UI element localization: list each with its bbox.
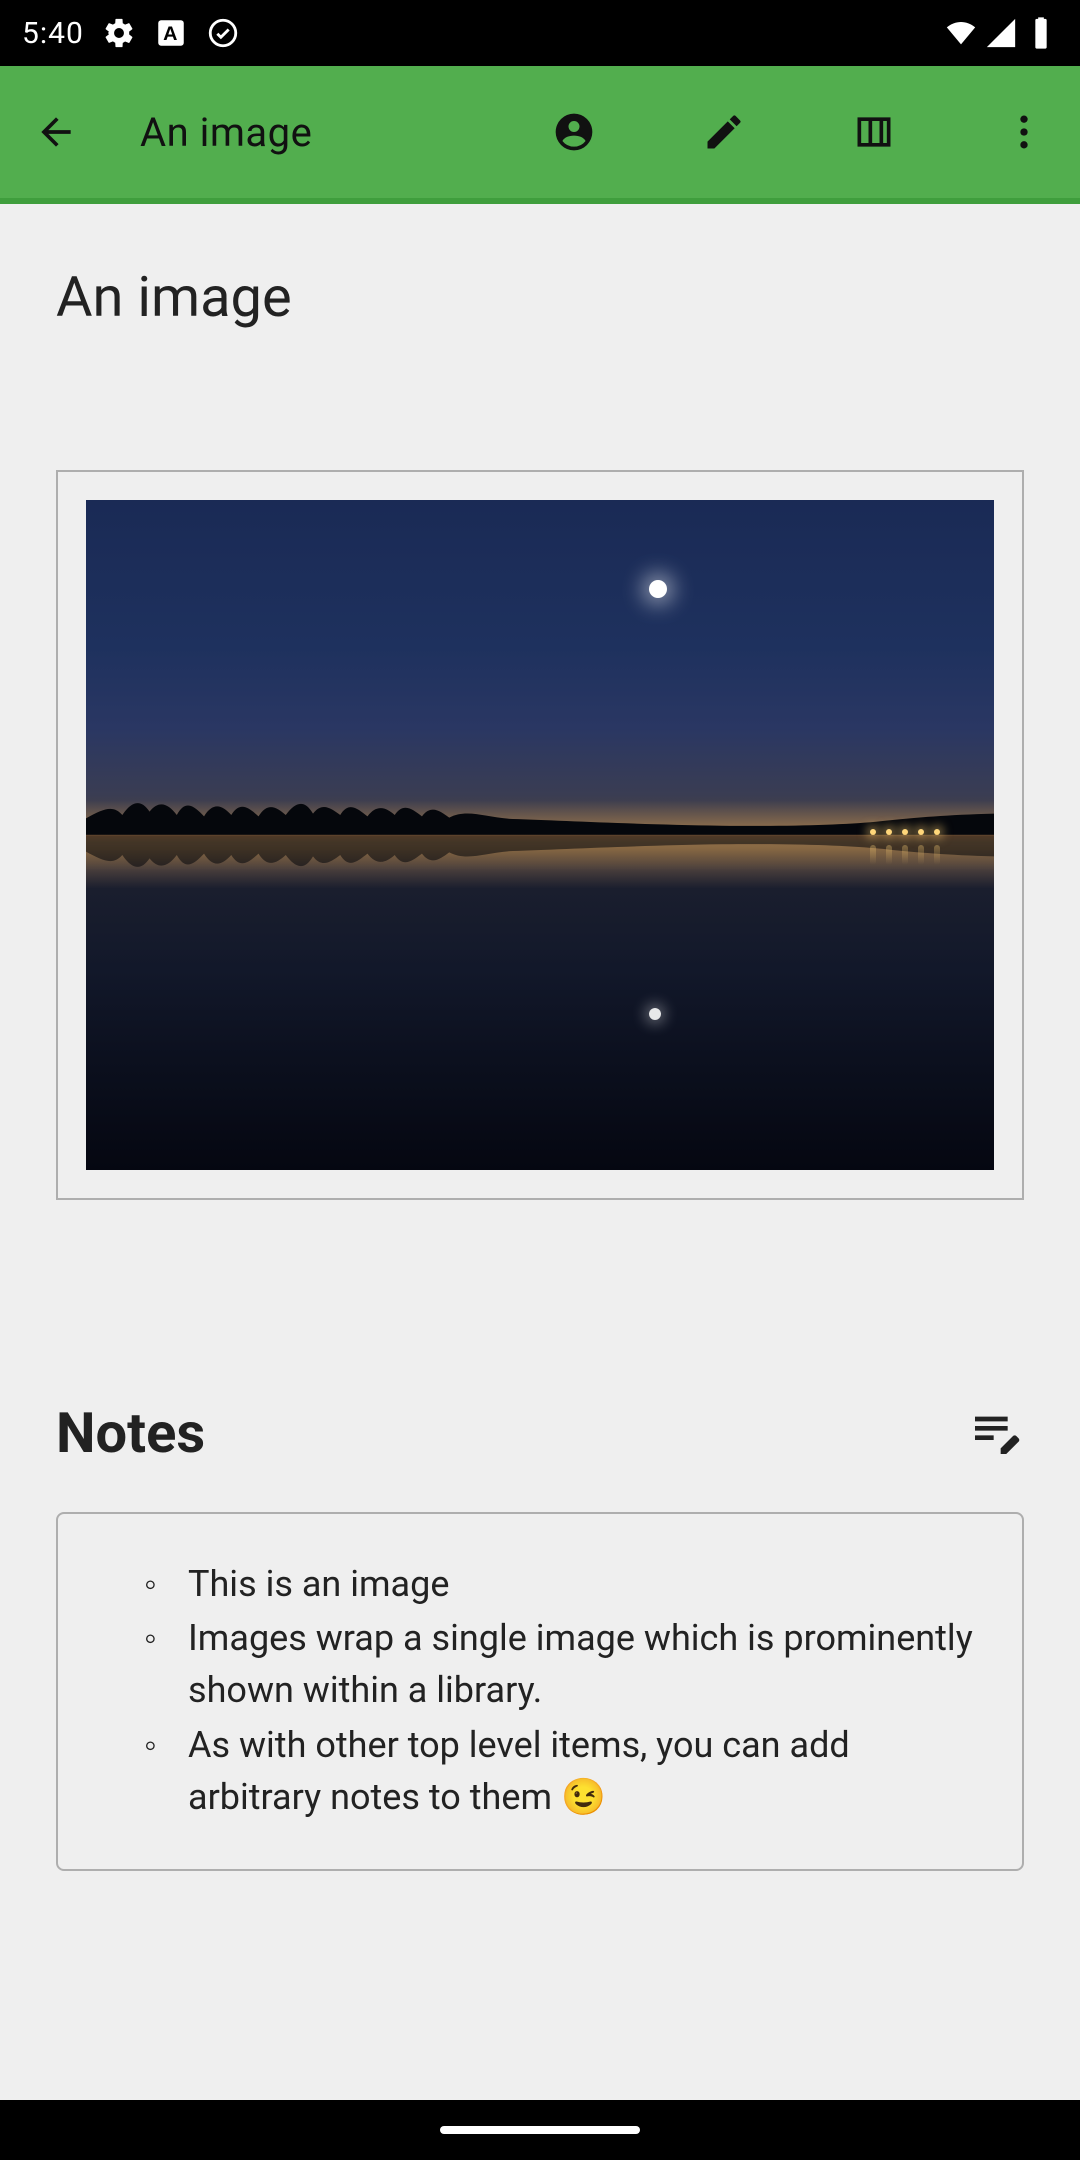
- back-button[interactable]: [20, 96, 92, 168]
- note-item: This is an image: [188, 1558, 986, 1610]
- edit-notes-button[interactable]: [968, 1405, 1024, 1461]
- image-preview: [86, 500, 994, 1170]
- status-time: 5:40: [22, 16, 84, 51]
- notes-header: Notes: [0, 1200, 1080, 1466]
- appbar-title: An image: [140, 109, 528, 156]
- app-bar: An image: [0, 66, 1080, 204]
- status-right: [944, 16, 1058, 50]
- content-area[interactable]: An image Notes: [0, 204, 1080, 2100]
- cell-signal-icon: [984, 16, 1018, 50]
- notes-list: This is an image Images wrap a single im…: [188, 1558, 986, 1823]
- home-indicator[interactable]: [440, 2126, 640, 2134]
- edit-button[interactable]: [688, 96, 760, 168]
- status-left: 5:40 A: [22, 16, 240, 51]
- settings-icon: [102, 16, 136, 50]
- image-frame[interactable]: [56, 470, 1024, 1200]
- check-circle-icon: [206, 16, 240, 50]
- note-item: As with other top level items, you can a…: [188, 1719, 986, 1823]
- wifi-icon: [944, 16, 978, 50]
- letter-a-icon: A: [154, 16, 188, 50]
- page-title: An image: [0, 204, 1080, 370]
- note-item: Images wrap a single image which is prom…: [188, 1612, 986, 1716]
- svg-text:A: A: [163, 23, 179, 45]
- account-button[interactable]: [538, 96, 610, 168]
- battery-icon: [1024, 16, 1058, 50]
- more-button[interactable]: [988, 96, 1060, 168]
- columns-button[interactable]: [838, 96, 910, 168]
- notes-heading: Notes: [56, 1400, 205, 1466]
- status-bar: 5:40 A: [0, 0, 1080, 66]
- notes-box[interactable]: This is an image Images wrap a single im…: [56, 1512, 1024, 1871]
- nav-bar: [0, 2100, 1080, 2160]
